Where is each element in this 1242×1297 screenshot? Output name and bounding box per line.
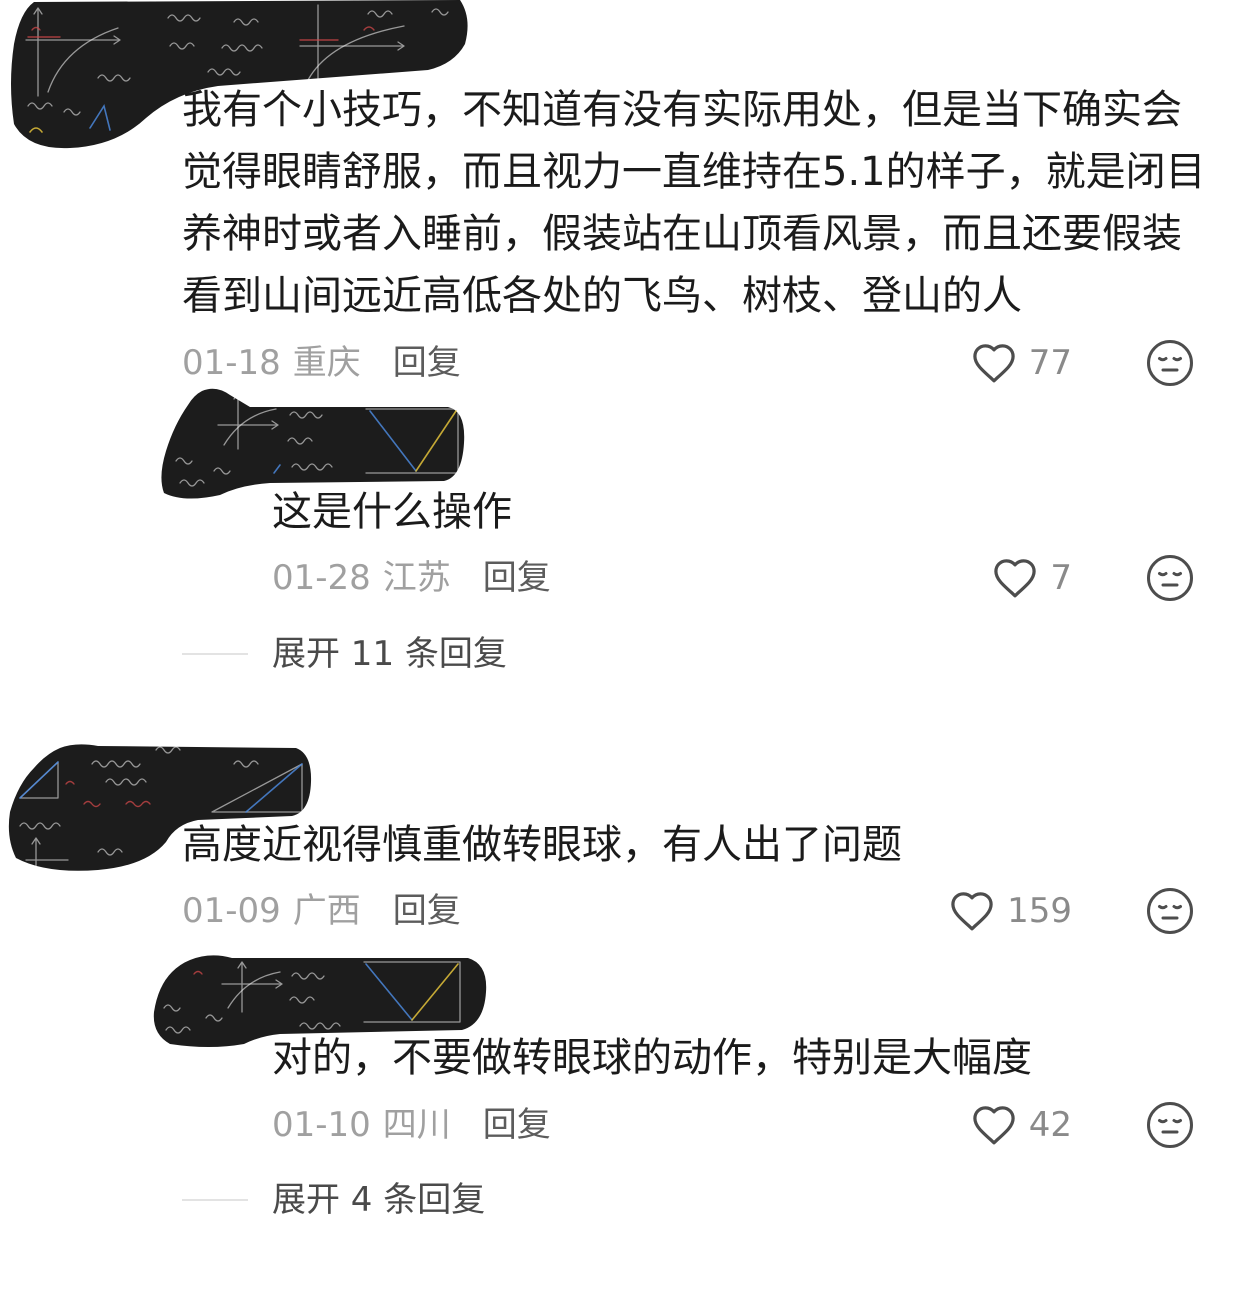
comment-text-line: 高度近视得慎重做转眼球，有人出了问题	[182, 822, 902, 868]
reply-meta: 01-28 江苏 回复 7	[0, 553, 1242, 603]
comment-date: 01-09	[182, 891, 281, 931]
comment-text-line: 我有个小技巧，不知道有没有实际用处，但是当下确实会	[182, 87, 1182, 133]
like-button[interactable]: 159	[949, 886, 1072, 936]
expressionless-face-icon	[1147, 555, 1193, 601]
comment-location: 重庆	[292, 343, 361, 383]
reply-info: 01-28 江苏 回复	[272, 553, 551, 603]
like-button[interactable]: 77	[971, 338, 1072, 388]
reply-text-line: 对的，不要做转眼球的动作，特别是大幅度	[272, 1035, 1032, 1081]
expressionless-face-icon	[1147, 888, 1193, 934]
expand-replies-button[interactable]: 展开 4 条回复	[272, 1175, 485, 1225]
reply-button[interactable]: 回复	[393, 343, 461, 383]
like-count: 159	[1007, 891, 1072, 931]
reply-text-line: 这是什么操作	[272, 489, 512, 535]
comment-text-line: 觉得眼睛舒服，而且视力一直维持在5.1的样子，就是闭目	[182, 149, 1206, 195]
reply-button[interactable]: 回复	[393, 891, 461, 931]
reply-info: 01-10 四川 回复	[272, 1100, 551, 1150]
dislike-button[interactable]	[1146, 887, 1194, 935]
comment-meta: 01-09 广西 回复 159	[0, 886, 1242, 936]
like-count: 42	[1028, 1105, 1072, 1145]
comment-text: 高度近视得慎重做转眼球，有人出了问题	[182, 814, 902, 876]
comment-info: 01-18 重庆 回复	[182, 338, 461, 388]
comment-meta: 01-18 重庆 回复 77	[0, 338, 1242, 388]
expressionless-face-icon	[1147, 340, 1193, 386]
reply-location: 江苏	[382, 558, 451, 598]
heart-icon	[951, 892, 993, 931]
comment-text-line: 看到山间远近高低各处的飞鸟、树枝、登山的人	[182, 273, 1022, 319]
like-count: 77	[1028, 343, 1072, 383]
comment-info: 01-09 广西 回复	[182, 886, 461, 936]
expand-replies: 展开 11 条回复	[0, 629, 1242, 679]
like-button[interactable]: 7	[992, 553, 1072, 603]
comment-date: 01-18	[182, 343, 281, 383]
reply-date: 01-28	[272, 558, 371, 598]
comment-text-line: 养神时或者入睡前，假装站在山顶看风景，而且还要假装	[182, 211, 1182, 257]
comment-text: 我有个小技巧，不知道有没有实际用处，但是当下确实会 觉得眼睛舒服，而且视力一直维…	[182, 79, 1206, 327]
heart-icon	[973, 344, 1015, 383]
heart-icon	[973, 1106, 1015, 1145]
reply-text: 对的，不要做转眼球的动作，特别是大幅度	[272, 1027, 1032, 1089]
dislike-button[interactable]	[1146, 339, 1194, 387]
comment-location: 广西	[292, 891, 361, 931]
like-button[interactable]: 42	[971, 1100, 1072, 1150]
heart-icon	[994, 559, 1037, 598]
reply-date: 01-10	[272, 1105, 371, 1145]
reply-location: 四川	[382, 1105, 451, 1145]
expand-divider	[182, 1199, 248, 1201]
expand-replies: 展开 4 条回复	[0, 1175, 1242, 1225]
reply-text: 这是什么操作	[272, 481, 512, 543]
reply-meta: 01-10 四川 回复 42	[0, 1100, 1242, 1150]
expressionless-face-icon	[1147, 1102, 1193, 1148]
dislike-button[interactable]	[1146, 554, 1194, 602]
reply-button[interactable]: 回复	[483, 558, 551, 598]
reply-button[interactable]: 回复	[483, 1105, 551, 1145]
like-count: 7	[1050, 558, 1072, 598]
dislike-button[interactable]	[1146, 1101, 1194, 1149]
expand-replies-button[interactable]: 展开 11 条回复	[272, 629, 507, 679]
comment-feed: 我有个小技巧，不知道有没有实际用处，但是当下确实会 觉得眼睛舒服，而且视力一直维…	[0, 0, 1242, 1297]
expand-divider	[182, 653, 248, 655]
